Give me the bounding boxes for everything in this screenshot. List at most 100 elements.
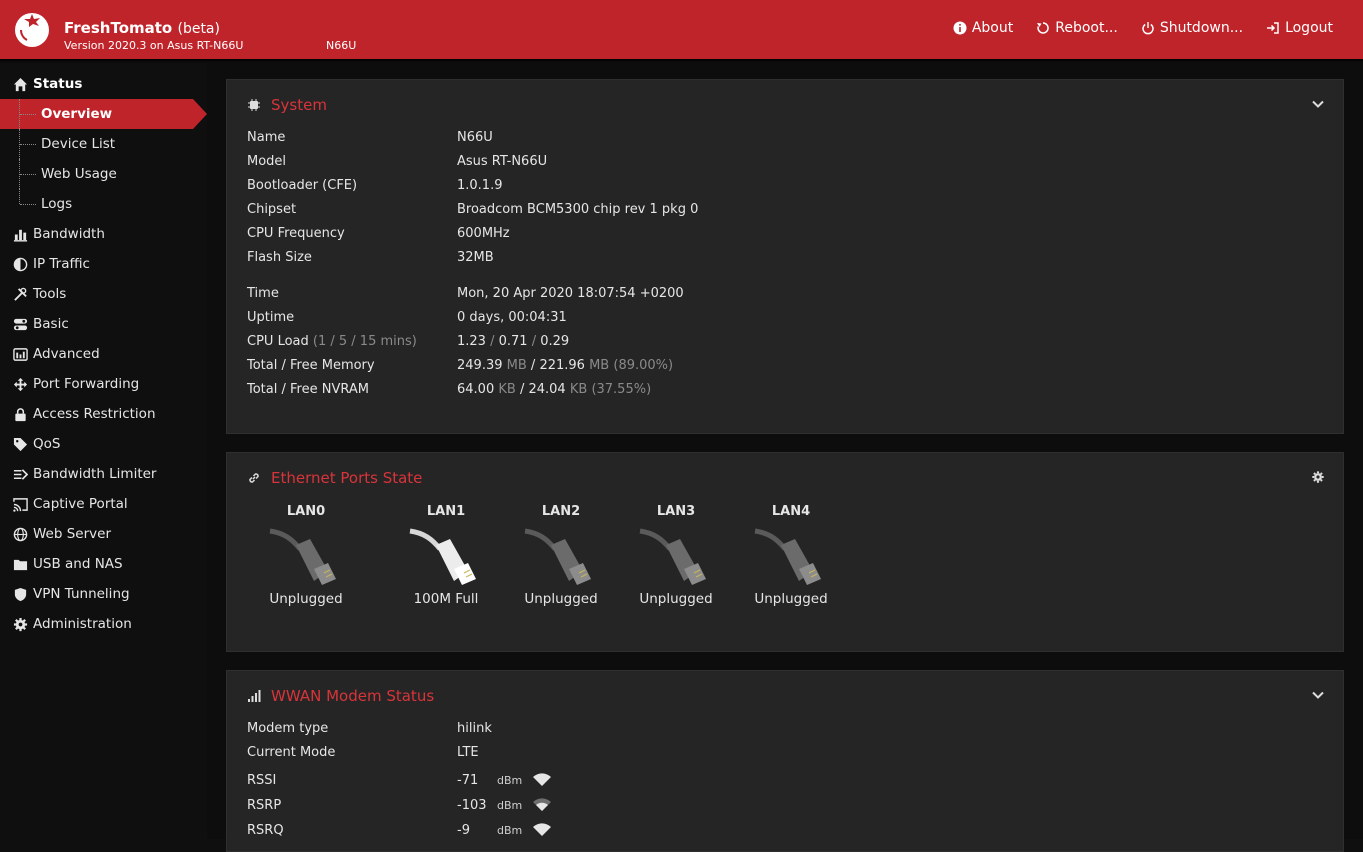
chip-icon bbox=[248, 99, 260, 111]
sidebar-item-ip-traffic[interactable]: IP Traffic bbox=[0, 249, 207, 279]
sidebar-item-basic[interactable]: Basic bbox=[0, 309, 207, 339]
logout-icon bbox=[1267, 22, 1279, 34]
sidebar-item-device-list[interactable]: Device List bbox=[0, 129, 207, 159]
reboot-link[interactable]: Reboot... bbox=[1036, 20, 1118, 36]
sidebar-item-advanced[interactable]: Advanced bbox=[0, 339, 207, 369]
info-icon bbox=[953, 21, 967, 35]
ethernet-plug-icon bbox=[754, 528, 821, 585]
cpu-load-row: CPU Load (1 / 5 / 15 mins) 1.23 / 0.71 /… bbox=[247, 334, 570, 349]
system-card-header: System bbox=[247, 96, 327, 114]
power-icon bbox=[1142, 22, 1154, 35]
system-title: System bbox=[271, 96, 327, 114]
lock-icon bbox=[13, 407, 28, 422]
ethernet-plug-icon bbox=[639, 528, 706, 585]
settings-button[interactable] bbox=[1311, 470, 1325, 484]
sidebar-item-captive-portal[interactable]: Captive Portal bbox=[0, 489, 207, 519]
gear-icon bbox=[1312, 471, 1324, 483]
ethernet-title: Ethernet Ports State bbox=[271, 469, 423, 487]
app-title: FreshTomato (beta) bbox=[64, 19, 220, 37]
limiter-icon bbox=[13, 467, 28, 482]
rssi-row: RSSI -71 dBm bbox=[247, 770, 552, 790]
tree-branch bbox=[20, 204, 36, 205]
info-row: Bootloader (CFE) 1.0.1.9 bbox=[247, 178, 503, 193]
collapse-button[interactable] bbox=[1311, 688, 1325, 702]
nvram-row: Total / Free NVRAM 64.00 KB / 24.04 KB (… bbox=[247, 382, 652, 397]
shutdown-link[interactable]: Shutdown... bbox=[1141, 20, 1243, 36]
info-row: CPU Frequency 600MHz bbox=[247, 226, 510, 241]
tree-branch bbox=[20, 174, 36, 175]
rsrp-row: RSRP -103 dBm bbox=[247, 795, 552, 815]
version-text: Version 2020.3 on Asus RT-N66U bbox=[64, 39, 244, 52]
sidebar-item-tools[interactable]: Tools bbox=[0, 279, 207, 309]
sidebar-item-port-forwarding[interactable]: Port Forwarding bbox=[0, 369, 207, 399]
logout-link[interactable]: Logout bbox=[1266, 20, 1333, 36]
signal-bars-icon bbox=[248, 690, 261, 702]
info-row: Name N66U bbox=[247, 130, 493, 145]
ethernet-plug-icon bbox=[524, 528, 591, 585]
gear-icon bbox=[13, 617, 28, 632]
memory-row: Total / Free Memory 249.39 MB / 221.96 M… bbox=[247, 358, 674, 373]
info-row: Model Asus RT-N66U bbox=[247, 154, 548, 169]
wifi-signal-icon bbox=[533, 823, 552, 836]
sidebar-item-bandwidth-limiter[interactable]: Bandwidth Limiter bbox=[0, 459, 207, 489]
tree-line bbox=[19, 189, 21, 204]
shield-icon bbox=[13, 587, 28, 602]
collapse-button[interactable] bbox=[1311, 97, 1325, 111]
wifi-signal-icon bbox=[533, 798, 552, 811]
bar-chart-icon bbox=[13, 227, 28, 242]
about-link[interactable]: About bbox=[953, 20, 1013, 36]
link-icon bbox=[249, 473, 259, 483]
sidebar: Status Overview Device List Web Usage Lo… bbox=[0, 63, 207, 839]
wifi-signal-icon bbox=[533, 773, 552, 786]
top-nav: About Reboot... Shutdown... Logout bbox=[953, 20, 1333, 36]
main-content: System Name N66U Model Asus RT-N66U Bootlo… bbox=[207, 63, 1363, 852]
ethernet-card-header: Ethernet Ports State bbox=[247, 469, 422, 487]
cast-icon bbox=[13, 497, 28, 512]
sidebar-item-status[interactable]: Status bbox=[0, 69, 207, 99]
time-row: Time Mon, 20 Apr 2020 18:07:54 +0200 bbox=[247, 286, 684, 301]
sidebar-item-logs[interactable]: Logs bbox=[0, 189, 207, 219]
forwarding-icon bbox=[13, 377, 28, 392]
tree-branch bbox=[20, 144, 36, 145]
folder-icon bbox=[13, 557, 28, 572]
tools-icon bbox=[13, 287, 28, 302]
sidebar-item-bandwidth[interactable]: Bandwidth bbox=[0, 219, 207, 249]
mode-row: Current Mode LTE bbox=[247, 745, 479, 760]
modem-type-row: Modem type hilink bbox=[247, 721, 492, 736]
sidebar-item-qos[interactable]: QoS bbox=[0, 429, 207, 459]
toggles-icon bbox=[13, 317, 28, 332]
port-lan4: LAN4 Unplugged bbox=[741, 504, 841, 607]
hostname-text: N66U bbox=[326, 39, 357, 52]
info-row: Chipset Broadcom BCM5300 chip rev 1 pkg 0 bbox=[247, 202, 699, 217]
tree-branch bbox=[20, 114, 36, 115]
port-lan0: LAN0 Unplugged bbox=[256, 504, 356, 607]
sidebar-item-web-usage[interactable]: Web Usage bbox=[0, 159, 207, 189]
wwan-card: WWAN Modem Status Modem type hilink Curre… bbox=[226, 670, 1344, 852]
pie-chart-icon bbox=[13, 257, 28, 272]
globe-icon bbox=[13, 527, 28, 542]
wwan-title: WWAN Modem Status bbox=[271, 687, 435, 705]
sidebar-item-web-server[interactable]: Web Server bbox=[0, 519, 207, 549]
wwan-card-header: WWAN Modem Status bbox=[247, 687, 434, 705]
chevron-down-icon bbox=[1312, 100, 1324, 108]
tomato-logo-icon[interactable] bbox=[13, 10, 51, 48]
sidebar-item-usb-nas[interactable]: USB and NAS bbox=[0, 549, 207, 579]
system-card: System Name N66U Model Asus RT-N66U Bootlo… bbox=[226, 79, 1344, 434]
advanced-icon bbox=[13, 347, 28, 362]
reboot-icon bbox=[1037, 22, 1049, 34]
tag-icon bbox=[13, 437, 28, 452]
home-icon bbox=[13, 77, 28, 92]
sidebar-item-access-restriction[interactable]: Access Restriction bbox=[0, 399, 207, 429]
chevron-down-icon bbox=[1312, 691, 1324, 699]
info-row: Flash Size 32MB bbox=[247, 250, 494, 265]
port-lan1: LAN1 100M Full bbox=[396, 504, 496, 607]
ethernet-plug-connected-icon bbox=[409, 528, 476, 585]
top-bar: FreshTomato (beta) Version 2020.3 on Asu… bbox=[0, 0, 1363, 59]
ethernet-card: Ethernet Ports State LAN0 Unplugged LAN1… bbox=[226, 452, 1344, 652]
uptime-row: Uptime 0 days, 00:04:31 bbox=[247, 310, 567, 325]
port-lan3: LAN3 Unplugged bbox=[626, 504, 726, 607]
port-lan2: LAN2 Unplugged bbox=[511, 504, 611, 607]
sidebar-item-overview[interactable]: Overview bbox=[0, 99, 207, 129]
sidebar-item-administration[interactable]: Administration bbox=[0, 609, 207, 639]
sidebar-item-vpn[interactable]: VPN Tunneling bbox=[0, 579, 207, 609]
